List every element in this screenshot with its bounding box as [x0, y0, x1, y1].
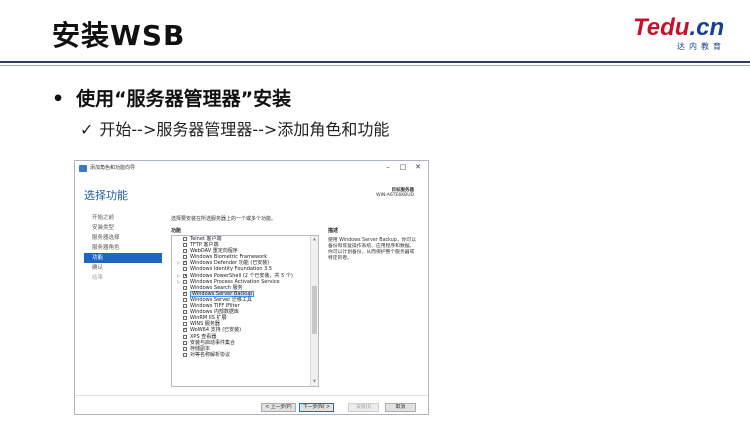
feature-checkbox[interactable] — [183, 327, 187, 334]
feature-checkbox[interactable] — [183, 249, 187, 254]
checkmark-icon: ✓ — [80, 120, 94, 139]
header-divider-thin — [0, 65, 750, 66]
wizard-nav-item[interactable]: 开始之前 — [84, 213, 162, 223]
wizard-page-title: 选择功能 — [84, 189, 128, 202]
next-button[interactable]: 下一步(N) > — [299, 403, 334, 412]
add-roles-features-wizard: 添加角色和功能向导 – □ ✕ 选择功能 目标服务器 WIN-A6TE6KBUD… — [74, 160, 429, 415]
feature-label: 对等名称解析协议 — [190, 351, 231, 358]
target-server-name: WIN-A6TE6KBUD — [376, 193, 414, 198]
window-titlebar[interactable]: 添加角色和功能向导 – □ ✕ — [75, 161, 428, 177]
wizard-nav: 开始之前 安装类型 服务器选择 服务器角色 功能 确认结果 — [84, 213, 162, 283]
wizard-nav-item[interactable]: 服务器角色 — [84, 243, 162, 253]
feature-checkbox[interactable] — [183, 243, 187, 248]
previous-button[interactable]: < 上一步(P) — [261, 403, 296, 412]
feature-checkbox[interactable] — [183, 273, 187, 278]
feature-checkbox[interactable] — [183, 346, 187, 351]
wizard-nav-item: 结果 — [92, 275, 104, 281]
bullet-dot-icon: • — [52, 88, 65, 110]
wizard-nav-item[interactable]: 服务器选择 — [84, 233, 162, 243]
logo-text: Tedu.cn — [633, 14, 725, 41]
features-column-header: 功能 — [171, 228, 182, 234]
feature-row[interactable]: 对等名称解析协议 — [172, 352, 318, 358]
feature-checkbox[interactable] — [183, 304, 187, 309]
feature-checkbox[interactable] — [183, 316, 187, 321]
feature-checkbox[interactable] — [183, 255, 187, 260]
minimize-button[interactable]: – — [382, 163, 394, 171]
feature-checkbox[interactable] — [183, 310, 187, 315]
feature-checkbox[interactable] — [183, 340, 187, 345]
wizard-nav-item[interactable]: 安装类型 — [84, 223, 162, 233]
scroll-down-icon[interactable]: ▼ — [312, 379, 317, 383]
server-manager-icon — [79, 165, 87, 172]
tedu-logo: Tedu.cn 达内教育 — [633, 16, 733, 52]
wizard-nav-item[interactable]: 确认 — [84, 263, 162, 273]
instruction-text: 选择要安装在所选服务器上的一个或多个功能。 — [171, 216, 277, 222]
features-scrollbar[interactable]: ▲ ▼ — [310, 236, 318, 386]
close-button[interactable]: ✕ — [412, 163, 424, 171]
logo-subtitle: 达内教育 — [677, 42, 725, 51]
footer-divider — [75, 395, 428, 396]
maximize-button[interactable]: □ — [397, 163, 409, 171]
feature-checkbox[interactable] — [183, 260, 187, 266]
scroll-up-icon[interactable]: ▲ — [312, 237, 317, 241]
bullet-point: • 使用“服务器管理器”安装 — [52, 88, 292, 110]
feature-checkbox[interactable] — [183, 297, 187, 302]
scroll-thumb[interactable] — [312, 286, 317, 334]
feature-checkbox[interactable] — [183, 267, 187, 272]
cancel-button[interactable]: 取消 — [385, 403, 416, 412]
feature-checkbox[interactable] — [183, 291, 187, 297]
feature-description: 使用 Windows Server Backup，你可以备份和恢复操作系统、应用… — [328, 238, 417, 261]
sub-point: ✓ 开始-->服务器管理器-->添加角色和功能 — [80, 120, 390, 139]
slide-title: 安装WSB — [52, 19, 186, 52]
header-divider-thick — [0, 61, 750, 63]
feature-checkbox[interactable] — [183, 285, 187, 290]
wizard-nav-item[interactable]: 功能 — [84, 253, 162, 263]
description-column-header: 描述 — [328, 228, 339, 234]
features-tree[interactable]: Telnet 客户端 TFTP 客户端 WebDAV 重定向程序 Windows Bi… — [171, 235, 319, 387]
feature-checkbox[interactable] — [183, 322, 187, 327]
feature-checkbox[interactable] — [183, 279, 187, 284]
window-title: 添加角色和功能向导 — [90, 165, 136, 171]
install-button[interactable]: 安装(I) — [348, 403, 379, 412]
feature-checkbox[interactable] — [183, 334, 187, 339]
feature-checkbox[interactable] — [183, 352, 187, 357]
feature-checkbox[interactable] — [183, 237, 187, 241]
